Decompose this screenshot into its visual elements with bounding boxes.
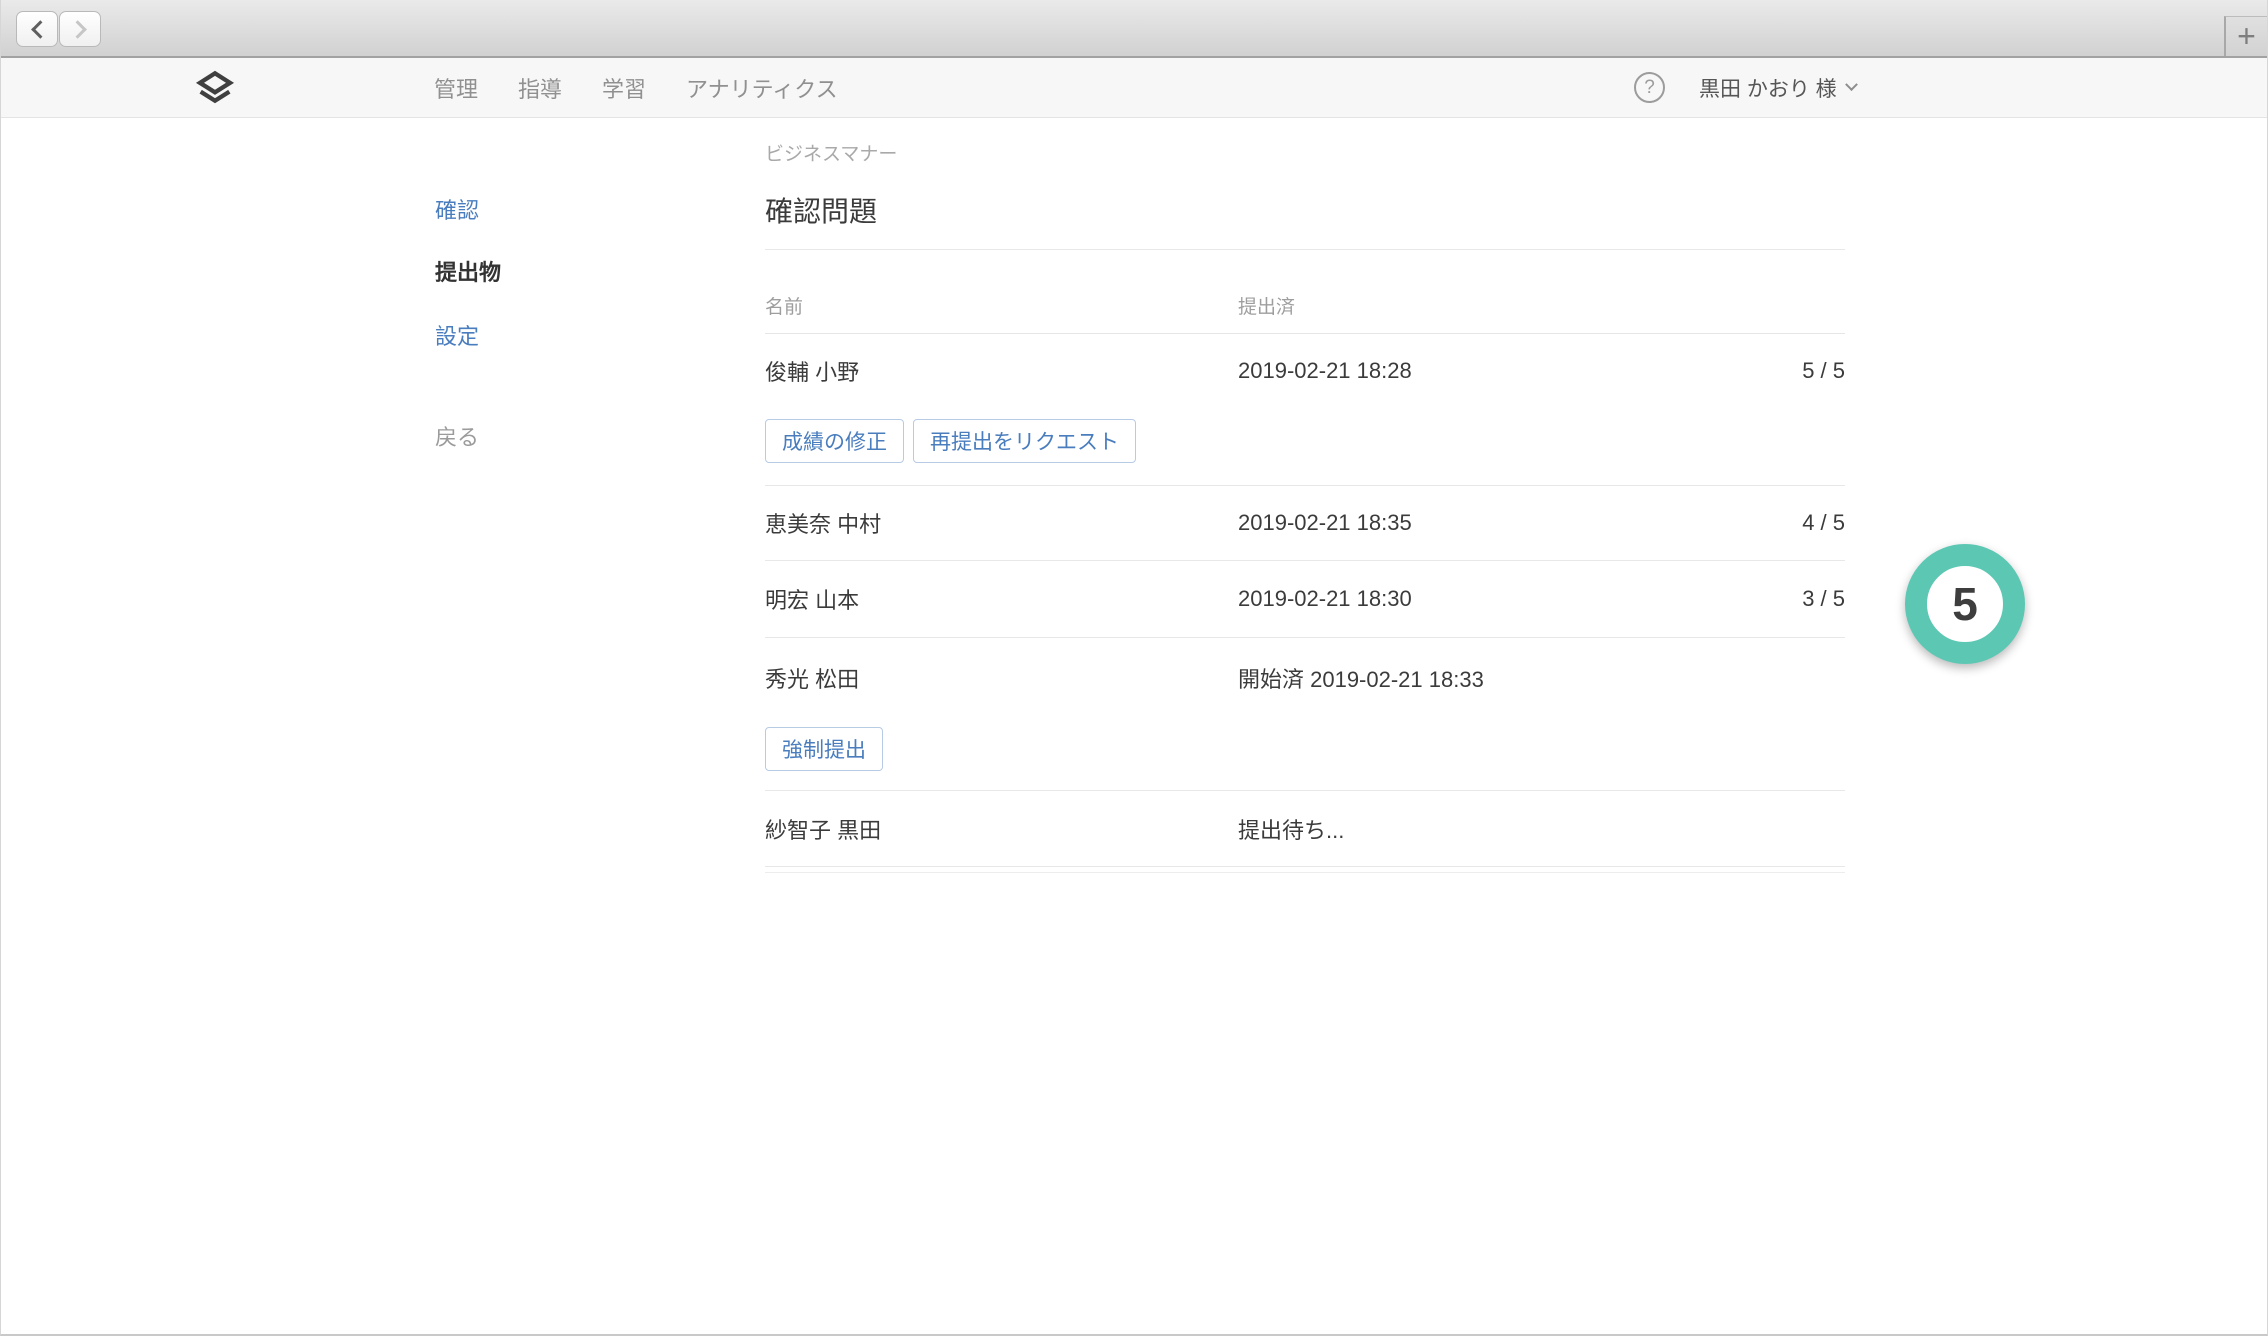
nav-item-analytics[interactable]: アナリティクス — [686, 72, 838, 104]
table-row: 俊輔 小野 2019-02-21 18:28 5 / 5 成績の修正 再提出をリ… — [765, 334, 1845, 486]
table-end-divider — [765, 867, 1845, 873]
column-header-name: 名前 — [765, 292, 1238, 319]
back-button[interactable] — [16, 11, 58, 47]
fix-grade-button[interactable]: 成績の修正 — [765, 419, 904, 463]
sidebar-item-settings[interactable]: 設定 — [435, 323, 479, 351]
score-value: 5 / 5 — [1715, 358, 1845, 384]
nav-item-admin[interactable]: 管理 — [434, 72, 478, 104]
help-icon[interactable]: ? — [1634, 72, 1665, 103]
student-name: 紗智子 黒田 — [765, 813, 1238, 845]
student-name: 恵美奈 中村 — [765, 507, 1238, 539]
breadcrumb: ビジネスマナー — [765, 144, 1845, 166]
row-actions: 強制提出 — [765, 727, 1845, 771]
main-nav: 管理 指導 学習 アナリティクス — [434, 58, 838, 117]
main-content: ビジネスマナー 確認問題 名前 提出済 俊輔 小野 2019-02-21 18:… — [765, 118, 1845, 873]
score-value: 4 / 5 — [1715, 510, 1845, 536]
request-resubmission-button[interactable]: 再提出をリクエスト — [913, 419, 1136, 463]
user-name: 黒田 かおり 様 — [1699, 73, 1837, 103]
nav-item-teach[interactable]: 指導 — [518, 72, 562, 104]
step-number: 5 — [1952, 577, 1978, 631]
row-actions: 成績の修正 再提出をリクエスト — [765, 419, 1845, 463]
table-row: 恵美奈 中村 2019-02-21 18:35 4 / 5 — [765, 486, 1845, 561]
user-menu[interactable]: 黒田 かおり 様 — [1699, 73, 1856, 103]
page-title: 確認問題 — [765, 194, 1845, 230]
column-header-submitted: 提出済 — [1238, 292, 1715, 319]
table-row: 明宏 山本 2019-02-21 18:30 3 / 5 — [765, 561, 1845, 638]
submitted-time: 開始済 2019-02-21 18:33 — [1238, 662, 1715, 694]
submitted-time: 2019-02-21 18:30 — [1238, 586, 1715, 612]
question-mark-glyph: ? — [1644, 77, 1655, 99]
annotation-step-badge: 5 — [1905, 544, 2025, 664]
sidebar-item-submissions[interactable]: 提出物 — [435, 259, 501, 287]
score-value: 3 / 5 — [1715, 586, 1845, 612]
student-name: 俊輔 小野 — [765, 355, 1238, 387]
table-row: 秀光 松田 開始済 2019-02-21 18:33 強制提出 — [765, 638, 1845, 791]
app-header: 管理 指導 学習 アナリティクス ? 黒田 かおり 様 — [1, 58, 2267, 118]
submitted-time: 2019-02-21 18:35 — [1238, 510, 1715, 536]
nav-item-learn[interactable]: 学習 — [602, 72, 646, 104]
student-name: 秀光 松田 — [765, 662, 1238, 694]
sidebar-item-back[interactable]: 戻る — [435, 424, 479, 452]
table-row: 紗智子 黒田 提出待ち... — [765, 791, 1845, 867]
sidebar-item-review[interactable]: 確認 — [435, 197, 479, 225]
plus-icon: + — [2237, 18, 2256, 55]
chevron-right-icon — [68, 20, 86, 38]
browser-window: + 管理 指導 学習 アナリティクス ? 黒田 かおり 様 確認 提出物 設定 … — [0, 0, 2268, 1336]
submitted-time: 提出待ち... — [1238, 813, 1715, 845]
table-header: 名前 提出済 — [765, 250, 1845, 334]
forward-button[interactable] — [59, 11, 101, 47]
browser-toolbar: + — [1, 0, 2267, 58]
force-submit-button[interactable]: 強制提出 — [765, 727, 883, 771]
chevron-down-icon — [1845, 78, 1858, 91]
submitted-time: 2019-02-21 18:28 — [1238, 358, 1715, 384]
chevron-left-icon — [31, 20, 49, 38]
student-name: 明宏 山本 — [765, 583, 1238, 615]
layers-logo-icon[interactable] — [195, 68, 235, 108]
new-tab-button[interactable]: + — [2224, 16, 2267, 56]
header-right: ? 黒田 かおり 様 — [1634, 58, 1856, 117]
